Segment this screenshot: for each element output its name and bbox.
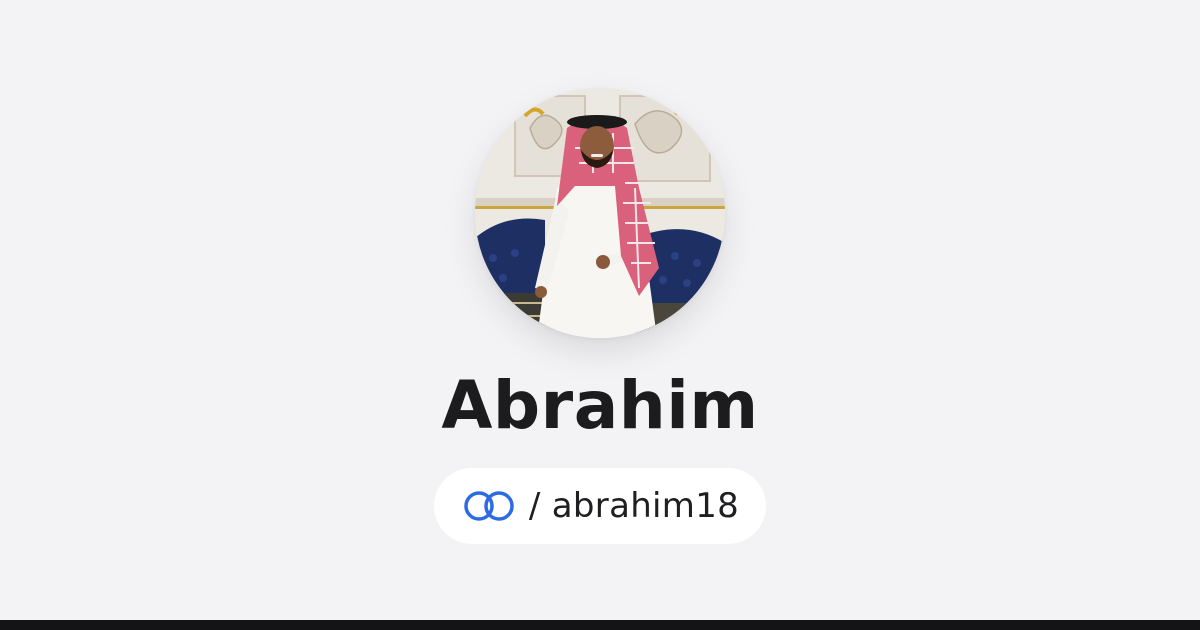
bottom-bar: [0, 620, 1200, 630]
profile-handle-pill[interactable]: / abrahim18: [434, 468, 766, 544]
handle-separator: /: [528, 486, 541, 526]
profile-card: Abrahim / abrahim18: [0, 0, 1200, 620]
handle-username: abrahim18: [551, 486, 740, 526]
profile-handle: / abrahim18: [529, 486, 739, 526]
profile-name: Abrahim: [441, 367, 759, 444]
profile-photo: [475, 88, 725, 338]
linked-rings-icon: [461, 489, 517, 523]
avatar: [475, 88, 725, 338]
